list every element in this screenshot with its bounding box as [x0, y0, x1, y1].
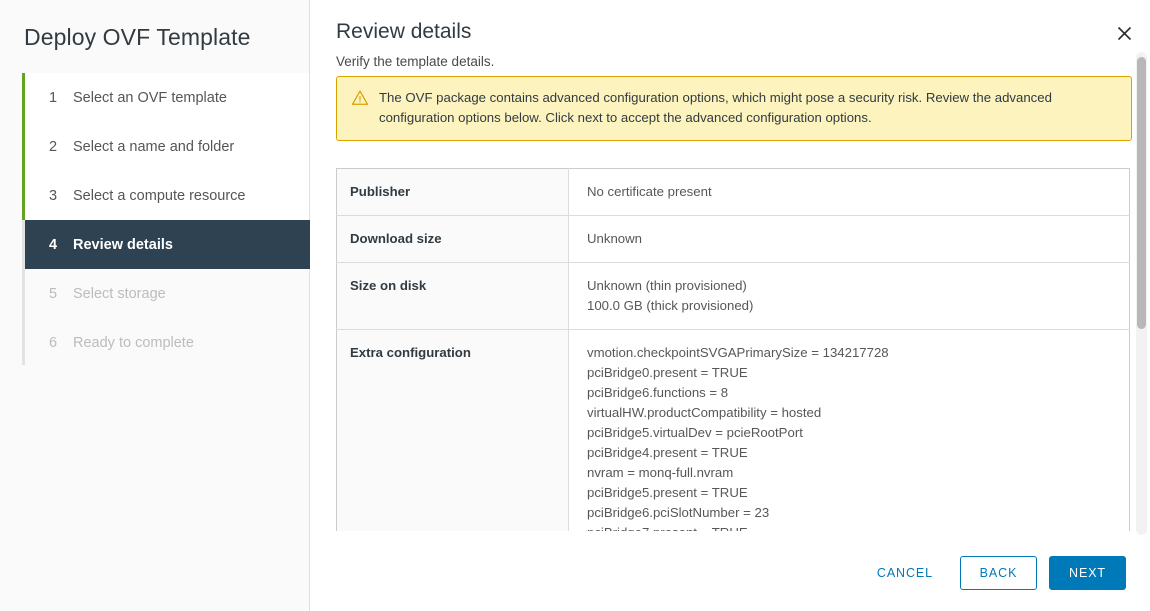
row-label: Publisher: [337, 169, 569, 216]
config-line: pciBridge6.functions = 8: [587, 383, 1115, 403]
config-line: pciBridge0.present = TRUE: [587, 363, 1115, 383]
row-label: Size on disk: [337, 263, 569, 330]
security-warning-text: The OVF package contains advanced config…: [379, 88, 1117, 128]
step-number: 5: [49, 286, 65, 302]
sidebar-step-select-a-compute-resource[interactable]: 3 Select a compute resource: [25, 171, 309, 220]
step-number: 6: [49, 335, 65, 351]
wizard-main-panel: Review details Verify the template detai…: [310, 0, 1150, 611]
value-line: Unknown: [587, 229, 1115, 249]
step-label: Ready to complete: [73, 335, 194, 351]
wizard-sidebar: Deploy OVF Template 1 Select an OVF temp…: [0, 0, 310, 611]
content-scrollbar[interactable]: [1136, 52, 1147, 535]
config-line: pciBridge5.present = TRUE: [587, 483, 1115, 503]
table-row: Download size Unknown: [337, 216, 1130, 263]
step-label: Select storage: [73, 286, 166, 302]
config-line: virtualHW.productCompatibility = hosted: [587, 403, 1115, 423]
content-scroll-viewport: The OVF package contains advanced config…: [336, 76, 1140, 531]
value-line: Unknown (thin provisioned): [587, 276, 1115, 296]
scrollbar-thumb[interactable]: [1137, 57, 1146, 329]
page-title: Review details: [336, 18, 1150, 46]
wizard-step-list: 1 Select an OVF template 2 Select a name…: [0, 73, 309, 367]
next-button[interactable]: NEXT: [1049, 556, 1126, 590]
sidebar-step-select-a-name-and-folder[interactable]: 2 Select a name and folder: [25, 122, 309, 171]
wizard-footer: CANCEL BACK NEXT: [310, 535, 1150, 611]
deploy-ovf-template-wizard: Deploy OVF Template 1 Select an OVF temp…: [0, 0, 1150, 611]
page-header: Review details Verify the template detai…: [310, 0, 1150, 71]
table-row: Publisher No certificate present: [337, 169, 1130, 216]
row-label: Extra configuration: [337, 330, 569, 532]
sidebar-step-review-details[interactable]: 4 Review details: [25, 220, 312, 269]
sidebar-step-ready-to-complete: 6 Ready to complete: [25, 318, 309, 367]
config-line: pciBridge5.virtualDev = pcieRootPort: [587, 423, 1115, 443]
step-label: Select a name and folder: [73, 139, 234, 155]
wizard-title: Deploy OVF Template: [0, 0, 309, 52]
config-line: nvram = monq-full.nvram: [587, 463, 1115, 483]
config-line: pciBridge4.present = TRUE: [587, 443, 1115, 463]
step-number: 4: [49, 237, 65, 253]
warning-triangle-icon: [351, 89, 369, 112]
table-row: Size on disk Unknown (thin provisioned) …: [337, 263, 1130, 330]
row-value: Unknown (thin provisioned) 100.0 GB (thi…: [569, 263, 1130, 330]
step-number: 1: [49, 90, 65, 106]
page-subtitle: Verify the template details.: [336, 53, 1150, 71]
step-number: 3: [49, 188, 65, 204]
row-label: Download size: [337, 216, 569, 263]
security-warning-alert: The OVF package contains advanced config…: [336, 76, 1132, 141]
template-details-table: Publisher No certificate present Downloa…: [336, 168, 1130, 531]
row-value: Unknown: [569, 216, 1130, 263]
sidebar-step-select-storage: 5 Select storage: [25, 269, 309, 318]
row-value-extra-configuration: vmotion.checkpointSVGAPrimarySize = 1342…: [569, 330, 1130, 532]
table-row: Extra configuration vmotion.checkpointSV…: [337, 330, 1130, 532]
step-label: Select a compute resource: [73, 188, 245, 204]
step-label: Select an OVF template: [73, 90, 227, 106]
step-label: Review details: [73, 237, 173, 253]
row-value: No certificate present: [569, 169, 1130, 216]
sidebar-step-select-an-ovf-template[interactable]: 1 Select an OVF template: [25, 73, 309, 122]
config-line: vmotion.checkpointSVGAPrimarySize = 1342…: [587, 343, 1115, 363]
close-icon[interactable]: [1112, 21, 1136, 45]
cancel-button[interactable]: CANCEL: [862, 556, 948, 590]
step-number: 2: [49, 139, 65, 155]
value-line: 100.0 GB (thick provisioned): [587, 296, 1115, 316]
back-button[interactable]: BACK: [960, 556, 1037, 590]
config-line: pciBridge6.pciSlotNumber = 23: [587, 503, 1115, 523]
config-line: pciBridge7.present = TRUE: [587, 523, 1115, 531]
value-line: No certificate present: [587, 182, 1115, 202]
